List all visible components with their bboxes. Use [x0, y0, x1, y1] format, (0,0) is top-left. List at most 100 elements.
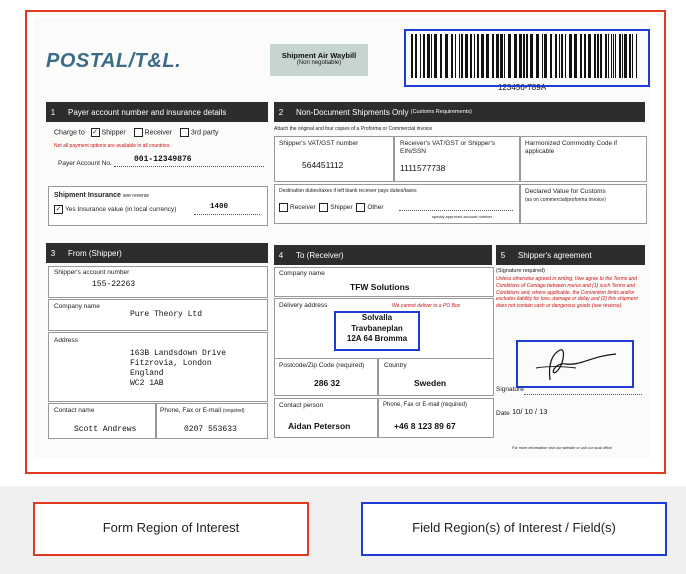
- handwritten-signature: [535, 349, 617, 381]
- delivery-line: 12A 64 Bromma: [346, 334, 408, 343]
- payer-account-value: 001-12349876: [134, 155, 192, 164]
- receiver-vat-label: Receiver's VAT/GST or Shipper's EIN/SSN: [400, 140, 495, 156]
- declared-value-label: Declared Value for Customs: [525, 188, 606, 195]
- postal-logo: POSTAL/T&L.: [46, 50, 182, 72]
- delivery-line: Solvalla: [361, 313, 393, 322]
- barcode-field-roi: [404, 29, 650, 87]
- insurance-yes-row: ✓ Yes Insurance value (in local currency): [54, 205, 176, 214]
- section-1-header: 1 Payer account number and insurance det…: [46, 102, 268, 122]
- insurance-value: 1400: [210, 203, 229, 211]
- section-title: Payer account number and insurance detai…: [68, 107, 227, 117]
- duties-receiver-label: Receiver: [290, 204, 316, 212]
- shipper-vat-value: 564451112: [302, 160, 344, 170]
- payer-account-label: Payer Account No.: [58, 160, 112, 167]
- insurance-line: [194, 214, 260, 215]
- receiver-phone-label: Phone, Fax or E-mail (required): [383, 402, 468, 408]
- address-line: WC2 1AB: [130, 379, 164, 388]
- shipper-company-value: Pure Theory Ltd: [130, 310, 203, 319]
- shipper-vat-label: Shipper's VAT/GST number: [279, 140, 359, 147]
- signature-line: [524, 394, 642, 395]
- duties-other-label: Other: [367, 204, 384, 212]
- shipper-phone-label: Phone, Fax or E-mail (required): [160, 407, 245, 415]
- charge-to-label: Charge to: [54, 129, 85, 137]
- section-3-header: 3 From (Shipper): [46, 243, 268, 263]
- section-title: From (Shipper): [68, 248, 122, 258]
- specify-note: specify approved account number: [432, 214, 493, 219]
- duties-other-line: [399, 210, 513, 211]
- duties-shipper-checkbox[interactable]: [319, 203, 329, 212]
- footer-note: For more information visit our website o…: [512, 446, 612, 450]
- section-4-header: 4 To (Receiver): [274, 245, 492, 265]
- hs-code-label: Harmonized Commodity Code if applicable: [525, 140, 618, 156]
- insurance-yes-checkbox[interactable]: ✓: [54, 205, 63, 214]
- section-number: 1: [50, 107, 56, 117]
- shipper-address-block: 163B Landsdown Drive Fitzrovia, London E…: [130, 349, 226, 389]
- payer-account-line: [114, 166, 264, 167]
- duties-other-checkbox[interactable]: [356, 203, 366, 212]
- section-2-header: 2 Non-Document Shipments Only (Customs R…: [274, 102, 645, 122]
- charge-to-row: Charge to ✓ Shipper Receiver 3rd party: [54, 128, 219, 138]
- insurance-see-reverse: see reverse: [122, 193, 149, 199]
- legend-field-roi: Field Region(s) of Interest / Field(s): [361, 502, 667, 556]
- declared-value-note: (as on commercial/proforma invoice): [525, 197, 606, 203]
- receiver-checkbox[interactable]: [133, 128, 143, 137]
- third-party-checkbox[interactable]: [179, 128, 189, 137]
- section-title-note: (Customs Requirements): [410, 109, 472, 115]
- address-line: England: [130, 369, 164, 378]
- shipper-option-label: Shipper: [101, 129, 126, 137]
- address-line: 163B Landsdown Drive: [130, 349, 227, 358]
- duties-options: Receiver Shipper Other: [279, 203, 384, 212]
- shipper-phone-label-text: Phone, Fax or E-mail: [160, 407, 222, 414]
- delivery-address-label: Delivery address: [279, 302, 328, 309]
- section-number: 2: [278, 107, 284, 117]
- insurance-yes-label: Yes Insurance value (in local currency): [65, 206, 177, 214]
- waybill-title-box: Shipment Air Waybill (Non negotiable): [270, 44, 368, 76]
- shipper-address-label: Address: [54, 337, 78, 344]
- shipper-company-label: Company name: [54, 303, 100, 310]
- attach-note: Attach the original and four copies of a…: [274, 126, 433, 132]
- country-label: Country: [384, 362, 407, 369]
- po-box-note: We cannot deliver to a PO Box: [392, 303, 461, 309]
- waybill-title: Shipment Air Waybill: [281, 51, 357, 60]
- delivery-line: Travbaneplan: [351, 323, 403, 333]
- signature-required: (Signature required): [496, 268, 545, 274]
- terms-text: Unless otherwise agreed in writing, I/we…: [496, 276, 638, 309]
- shipper-checkbox[interactable]: ✓: [90, 128, 100, 137]
- receiver-company-value: TFW Solutions: [350, 282, 410, 292]
- duties-shipper-label: Shipper: [330, 204, 353, 212]
- delivery-address-block: Solvalla Travbaneplan 12A 64 Bromma: [336, 313, 418, 345]
- receiver-option-label: Receiver: [144, 129, 173, 137]
- third-party-option-label: 3rd party: [190, 129, 219, 137]
- receiver-contact-value: Aidan Peterson: [288, 421, 351, 431]
- section-number: 4: [278, 250, 284, 260]
- insurance-title-text: Shipment Insurance: [54, 192, 121, 199]
- signature-label: Signature: [496, 386, 524, 393]
- country-value: Sweden: [414, 378, 447, 388]
- section-title: Shipper's agreement: [518, 250, 592, 260]
- receiver-phone-value: +46 8 123 89 67: [394, 421, 456, 431]
- shipper-contact-value: Scott Andrews: [74, 425, 137, 434]
- receiver-company-label: Company name: [279, 270, 325, 277]
- shipper-contact-label: Contact name: [54, 407, 95, 414]
- receiver-contact-label: Contact person: [279, 402, 324, 409]
- insurance-title: Shipment Insurance see reverse: [54, 192, 149, 201]
- date-label: Date: [496, 410, 510, 417]
- shipper-phone-required: (required): [222, 408, 245, 414]
- payment-note: Not all payment options are available in…: [54, 143, 171, 149]
- section-5-header: 5 Shipper's agreement: [496, 245, 645, 265]
- section-title: Non-Document Shipments Only: [296, 107, 409, 117]
- address-line: Fitzrovia, London: [130, 359, 212, 368]
- postcode-value: 286 32: [314, 378, 340, 388]
- postcode-label: Postcode/Zip Code (required): [279, 362, 365, 369]
- date-value: 10/ 10 / 13: [512, 407, 548, 416]
- shipper-phone-value: 0207 553633: [184, 425, 237, 434]
- receiver-vat-value: 1111577738: [400, 163, 446, 173]
- section-number: 3: [50, 248, 56, 258]
- duties-receiver-checkbox[interactable]: [279, 203, 288, 212]
- section-number: 5: [500, 250, 506, 260]
- duties-label: Destination duties/taxes if left blank r…: [279, 188, 417, 194]
- shipper-account-label: Shipper's account number: [54, 269, 130, 276]
- waybill-subtitle: (Non negotiable): [296, 60, 342, 66]
- section-title: To (Receiver): [296, 250, 344, 260]
- shipper-account-value: 155-22263: [92, 280, 136, 289]
